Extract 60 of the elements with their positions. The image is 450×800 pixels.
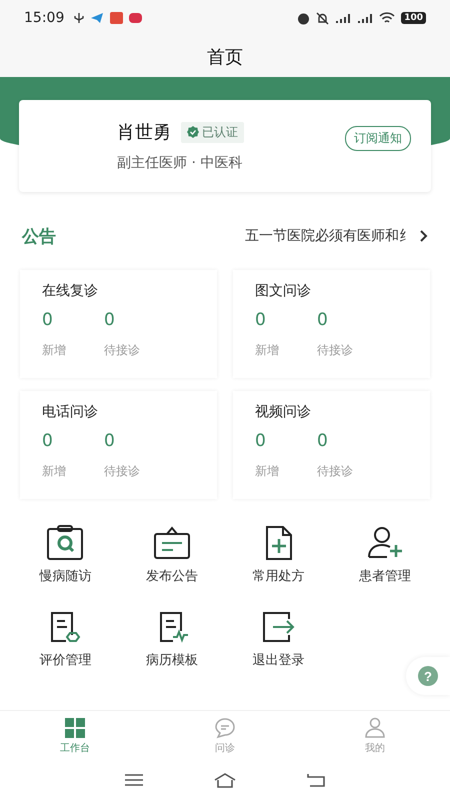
verified-icon [187,126,199,138]
stat-title: 电话问诊 [42,403,99,421]
doctor-name: 肖世勇 [117,121,171,144]
mute-bell-icon [316,12,330,24]
stat-label: 待接诊 [104,463,140,480]
page-title: 首页 [206,46,244,70]
menu-icon[interactable] [124,773,144,787]
chat-icon [214,716,236,738]
stat-card[interactable]: 视频问诊 0 新增 0 待接诊 [233,391,430,499]
tool-shortcut[interactable]: 常用处方 [225,525,332,585]
notice-board-icon [152,525,191,561]
stat-label: 新增 [42,463,67,480]
status-time: 15:09 [24,10,64,26]
stat-card[interactable]: 在线复诊 0 新增 0 待接诊 [20,270,217,378]
home-icon[interactable] [212,772,237,788]
stat-label: 新增 [42,342,67,359]
stat-value: 0 [104,310,116,330]
usb-icon [74,12,84,24]
subscribe-button[interactable]: 订阅通知 [345,126,411,150]
verified-badge: 已认证 [181,122,244,142]
paper-plane-icon [90,12,104,24]
stat-value: 0 [42,431,54,451]
stat-card[interactable]: 图文问诊 0 新增 0 待接诊 [233,270,430,378]
stat-label: 待接诊 [317,342,353,359]
grid-icon [64,716,86,738]
stat-label: 待接诊 [317,463,353,480]
signal-icon [335,12,352,24]
clipboard-search-icon [46,525,84,561]
user-add-icon [366,525,404,561]
signal-icon [357,12,374,24]
battery-level: 100 [401,12,426,24]
stat-value: 0 [317,431,329,451]
stat-label: 新增 [255,463,280,480]
stat-value: 0 [255,310,267,330]
stat-title: 在线复诊 [42,282,99,300]
user-icon [364,716,386,738]
chevron-right-icon [419,229,428,243]
stat-value: 0 [42,310,54,330]
stat-value: 0 [317,310,329,330]
app-notification-icon [110,12,124,24]
doctor-title: 副主任医师 · 中医科 [117,154,244,172]
tool-shortcut[interactable]: 发布公告 [118,525,225,585]
stat-label: 新增 [255,342,280,359]
stat-title: 视频问诊 [255,403,312,421]
stat-card[interactable]: 电话问诊 0 新增 0 待接诊 [20,391,217,499]
notice-link[interactable]: 五一节医院必须有医师和纟 [245,227,428,245]
tool-shortcut[interactable]: 患者管理 [332,525,438,585]
tool-shortcut[interactable]: 慢病随访 [12,525,118,585]
tool-shortcut[interactable]: 退出登录 [225,609,332,669]
app-notification-icon [129,12,142,24]
notice-label: 公告 [22,226,56,248]
tool-shortcut[interactable]: 病历模板 [118,609,225,669]
tab-item[interactable]: 工作台 [0,711,150,760]
stat-label: 待接诊 [104,342,140,359]
wifi-icon [379,12,396,24]
stat-value: 0 [104,431,116,451]
tool-shortcut[interactable]: 评价管理 [12,609,118,669]
stat-value: 0 [255,431,267,451]
back-icon[interactable] [306,773,326,787]
stat-title: 图文问诊 [255,282,312,300]
